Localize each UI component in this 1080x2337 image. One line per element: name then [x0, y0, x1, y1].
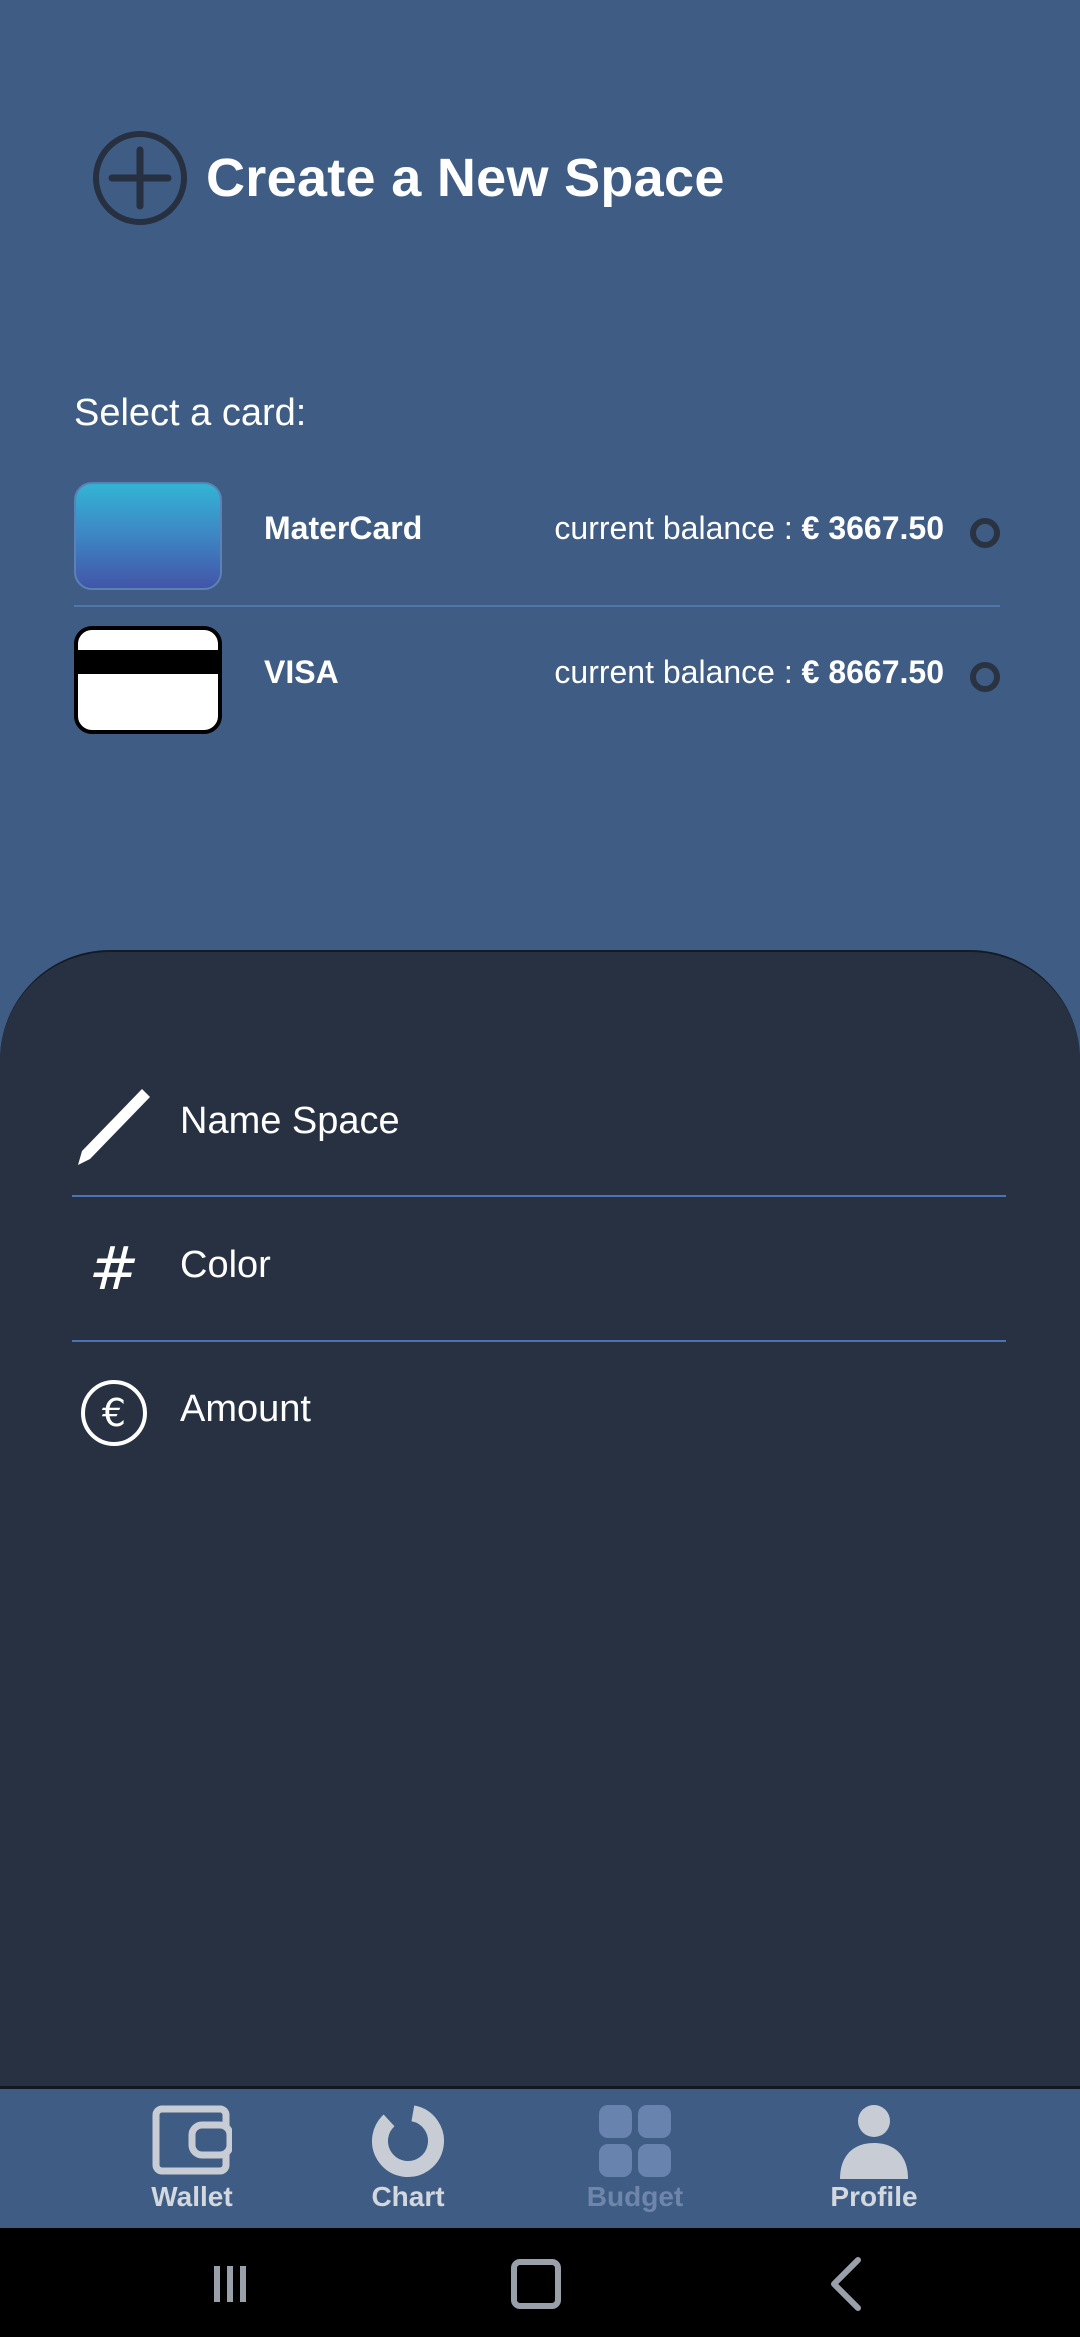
amount-placeholder: Amount — [180, 1388, 311, 1430]
nav-item-profile[interactable]: Profile — [804, 2103, 944, 2223]
person-icon — [840, 2105, 908, 2179]
nav-label-wallet: Wallet — [151, 2181, 233, 2212]
euro-glyph: € — [81, 1380, 147, 1446]
nav-label-chart: Chart — [371, 2181, 445, 2212]
grid-icon — [599, 2105, 671, 2177]
balance-prefix: current balance : — [554, 654, 793, 690]
nav-label-profile: Profile — [830, 2181, 918, 2212]
nav-item-chart[interactable]: Chart — [338, 2103, 478, 2223]
color-field[interactable]: # Color — [72, 1214, 1006, 1324]
plus-circle-icon[interactable] — [92, 130, 188, 226]
donut-chart-icon — [372, 2105, 444, 2177]
back-icon[interactable] — [818, 2254, 878, 2314]
hash-icon: # — [72, 1214, 156, 1324]
card-name: MaterCard — [264, 510, 423, 546]
field-divider — [72, 1340, 1006, 1342]
nav-label-budget: Budget — [586, 2181, 684, 2212]
balance-prefix: current balance : — [554, 510, 793, 546]
bottom-navigation: Wallet Chart Budget Profile — [0, 2086, 1080, 2228]
card-balance: current balance : € 8667.50 — [554, 654, 944, 691]
home-icon[interactable] — [506, 2254, 566, 2314]
nav-item-wallet[interactable]: Wallet — [122, 2103, 262, 2223]
card-radio-button[interactable] — [970, 662, 1000, 692]
card-name: VISA — [264, 654, 339, 690]
card-option-mastercard[interactable]: MaterCard current balance : € 3667.50 — [74, 472, 1000, 592]
app-screen: Create a New Space Select a card: MaterC… — [0, 0, 1080, 2337]
mastercard-thumbnail — [74, 482, 222, 590]
balance-amount: € 3667.50 — [801, 510, 944, 546]
amount-field[interactable]: € Amount — [72, 1358, 1006, 1468]
card-radio-button[interactable] — [970, 518, 1000, 548]
hash-glyph: # — [88, 1234, 140, 1304]
nav-item-budget[interactable]: Budget — [565, 2103, 705, 2223]
system-navigation-bar — [0, 2228, 1080, 2337]
name-space-placeholder: Name Space — [180, 1100, 400, 1142]
wallet-icon — [152, 2105, 232, 2175]
card-stripe — [78, 650, 218, 674]
select-card-label: Select a card: — [74, 392, 307, 434]
visa-card-thumbnail — [74, 626, 222, 734]
card-balance: current balance : € 3667.50 — [554, 510, 944, 547]
recents-icon[interactable] — [200, 2254, 260, 2314]
page-title: Create a New Space — [206, 148, 725, 208]
balance-amount: € 8667.50 — [801, 654, 944, 690]
name-space-field[interactable]: Name Space — [72, 1070, 1006, 1180]
page-header: Create a New Space — [92, 128, 725, 228]
card-option-visa[interactable]: VISA current balance : € 8667.50 — [74, 616, 1000, 736]
euro-circle-icon: € — [72, 1358, 156, 1468]
color-placeholder: Color — [180, 1244, 271, 1286]
field-divider — [72, 1195, 1006, 1197]
card-divider — [74, 605, 1000, 607]
pencil-icon — [72, 1070, 156, 1180]
